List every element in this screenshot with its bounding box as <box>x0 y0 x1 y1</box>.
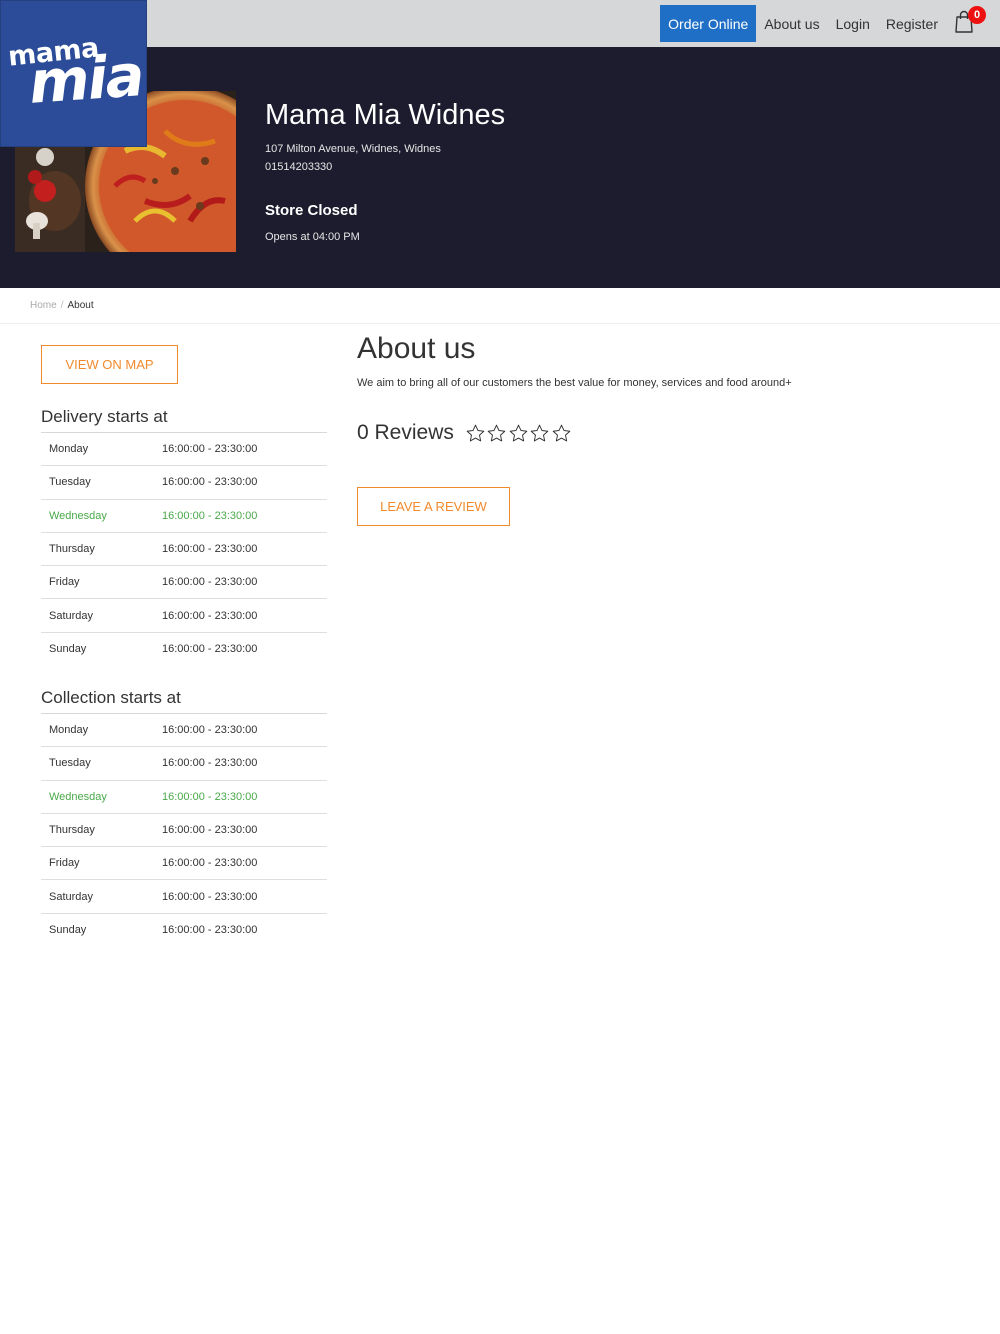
view-on-map-button[interactable]: VIEW ON MAP <box>41 345 178 384</box>
day-label: Wednesday <box>49 509 107 522</box>
collection-hours-title: Collection starts at <box>41 688 181 707</box>
day-label: Tuesday <box>49 757 91 770</box>
day-label: Saturday <box>49 609 94 622</box>
time-range: 16:00:00 - 23:30:00 <box>162 543 258 556</box>
day-label: Monday <box>49 443 89 456</box>
time-range: 16:00:00 - 23:30:00 <box>162 924 258 937</box>
cart-button[interactable]: 0 <box>948 5 986 42</box>
day-label: Friday <box>49 857 80 870</box>
store-header: Mama Mia Widnes 107 Milton Avenue, Widne… <box>0 47 1000 288</box>
collection-hours-table: Monday 16:00:00 - 23:30:00 Tuesday 16:00:0… <box>41 713 327 947</box>
nav-register-link[interactable]: Register <box>878 5 946 42</box>
time-range: 16:00:00 - 23:30:00 <box>162 609 258 622</box>
brand-logo[interactable]: mama mia <box>0 0 147 147</box>
delivery-hours-table: Monday 16:00:00 - 23:30:00 Tuesday 16:00:0… <box>41 432 327 666</box>
hours-row: Saturday 16:00:00 - 23:30:00 <box>41 599 327 633</box>
star-icon <box>509 424 528 441</box>
day-label: Sunday <box>49 643 87 656</box>
nav-login-link[interactable]: Login <box>828 5 878 42</box>
day-label: Wednesday <box>49 790 107 803</box>
cart-count-badge: 0 <box>968 6 986 24</box>
breadcrumb: Home / About <box>30 300 94 311</box>
hours-row: Tuesday 16:00:00 - 23:30:00 <box>41 747 327 781</box>
divider <box>0 323 1000 324</box>
reviews-count: 0 Reviews <box>357 421 454 444</box>
store-address: 107 Milton Avenue, Widnes, Widnes <box>265 143 441 155</box>
day-label: Thursday <box>49 543 95 556</box>
hours-row: Sunday 16:00:00 - 23:30:00 <box>41 914 327 947</box>
time-range: 16:00:00 - 23:30:00 <box>162 857 258 870</box>
hours-row: Thursday 16:00:00 - 23:30:00 <box>41 533 327 567</box>
about-description: We aim to bring all of our customers the… <box>357 377 792 389</box>
order-online-button[interactable]: Order Online <box>660 5 757 42</box>
hours-row: Thursday 16:00:00 - 23:30:00 <box>41 814 327 848</box>
top-navbar: Order Online About us Login Register 0 <box>0 0 1000 47</box>
time-range: 16:00:00 - 23:30:00 <box>162 824 258 837</box>
hours-row: Monday 16:00:00 - 23:30:00 <box>41 433 327 467</box>
store-opening-time: Opens at 04:00 PM <box>265 231 360 243</box>
star-icon <box>488 424 506 441</box>
nav-about-link[interactable]: About us <box>756 5 827 42</box>
time-range: 16:00:00 - 23:30:00 <box>162 643 258 656</box>
hours-row: Monday 16:00:00 - 23:30:00 <box>41 714 327 748</box>
logo-text-bottom: mia <box>26 41 145 117</box>
time-range: 16:00:00 - 23:30:00 <box>162 476 258 489</box>
breadcrumb-separator: / <box>60 300 64 311</box>
time-range: 16:00:00 - 23:30:00 <box>162 509 258 522</box>
time-range: 16:00:00 - 23:30:00 <box>162 576 258 589</box>
hours-row-today: Wednesday 16:00:00 - 23:30:00 <box>41 500 327 533</box>
breadcrumb-current: About <box>67 300 94 311</box>
time-range: 16:00:00 - 23:30:00 <box>162 724 258 737</box>
delivery-hours-title: Delivery starts at <box>41 407 168 426</box>
day-label: Thursday <box>49 824 95 837</box>
hours-row: Saturday 16:00:00 - 23:30:00 <box>41 880 327 914</box>
time-range: 16:00:00 - 23:30:00 <box>162 890 258 903</box>
store-phone: 01514203330 <box>265 161 333 173</box>
day-label: Monday <box>49 724 89 737</box>
store-status: Store Closed <box>265 202 358 219</box>
star-rating <box>465 423 573 444</box>
leave-review-button[interactable]: LEAVE A REVIEW <box>357 487 510 526</box>
day-label: Saturday <box>49 890 94 903</box>
star-icon <box>552 424 571 441</box>
day-label: Sunday <box>49 924 87 937</box>
nav-menu: Order Online About us Login Register 0 <box>660 5 986 42</box>
day-label: Friday <box>49 576 80 589</box>
hours-row: Friday 16:00:00 - 23:30:00 <box>41 847 327 881</box>
hours-row-today: Wednesday 16:00:00 - 23:30:00 <box>41 781 327 814</box>
reviews-summary: 0 Reviews <box>357 421 572 445</box>
time-range: 16:00:00 - 23:30:00 <box>162 443 258 456</box>
hours-row: Tuesday 16:00:00 - 23:30:00 <box>41 466 327 500</box>
hours-row: Friday 16:00:00 - 23:30:00 <box>41 566 327 600</box>
star-icon <box>531 424 549 441</box>
breadcrumb-home-link[interactable]: Home <box>30 300 57 311</box>
day-label: Tuesday <box>49 476 91 489</box>
time-range: 16:00:00 - 23:30:00 <box>162 790 258 803</box>
store-name: Mama Mia Widnes <box>265 99 506 131</box>
time-range: 16:00:00 - 23:30:00 <box>162 757 258 770</box>
star-icon <box>466 424 485 441</box>
hours-row: Sunday 16:00:00 - 23:30:00 <box>41 633 327 666</box>
about-title: About us <box>357 332 476 365</box>
